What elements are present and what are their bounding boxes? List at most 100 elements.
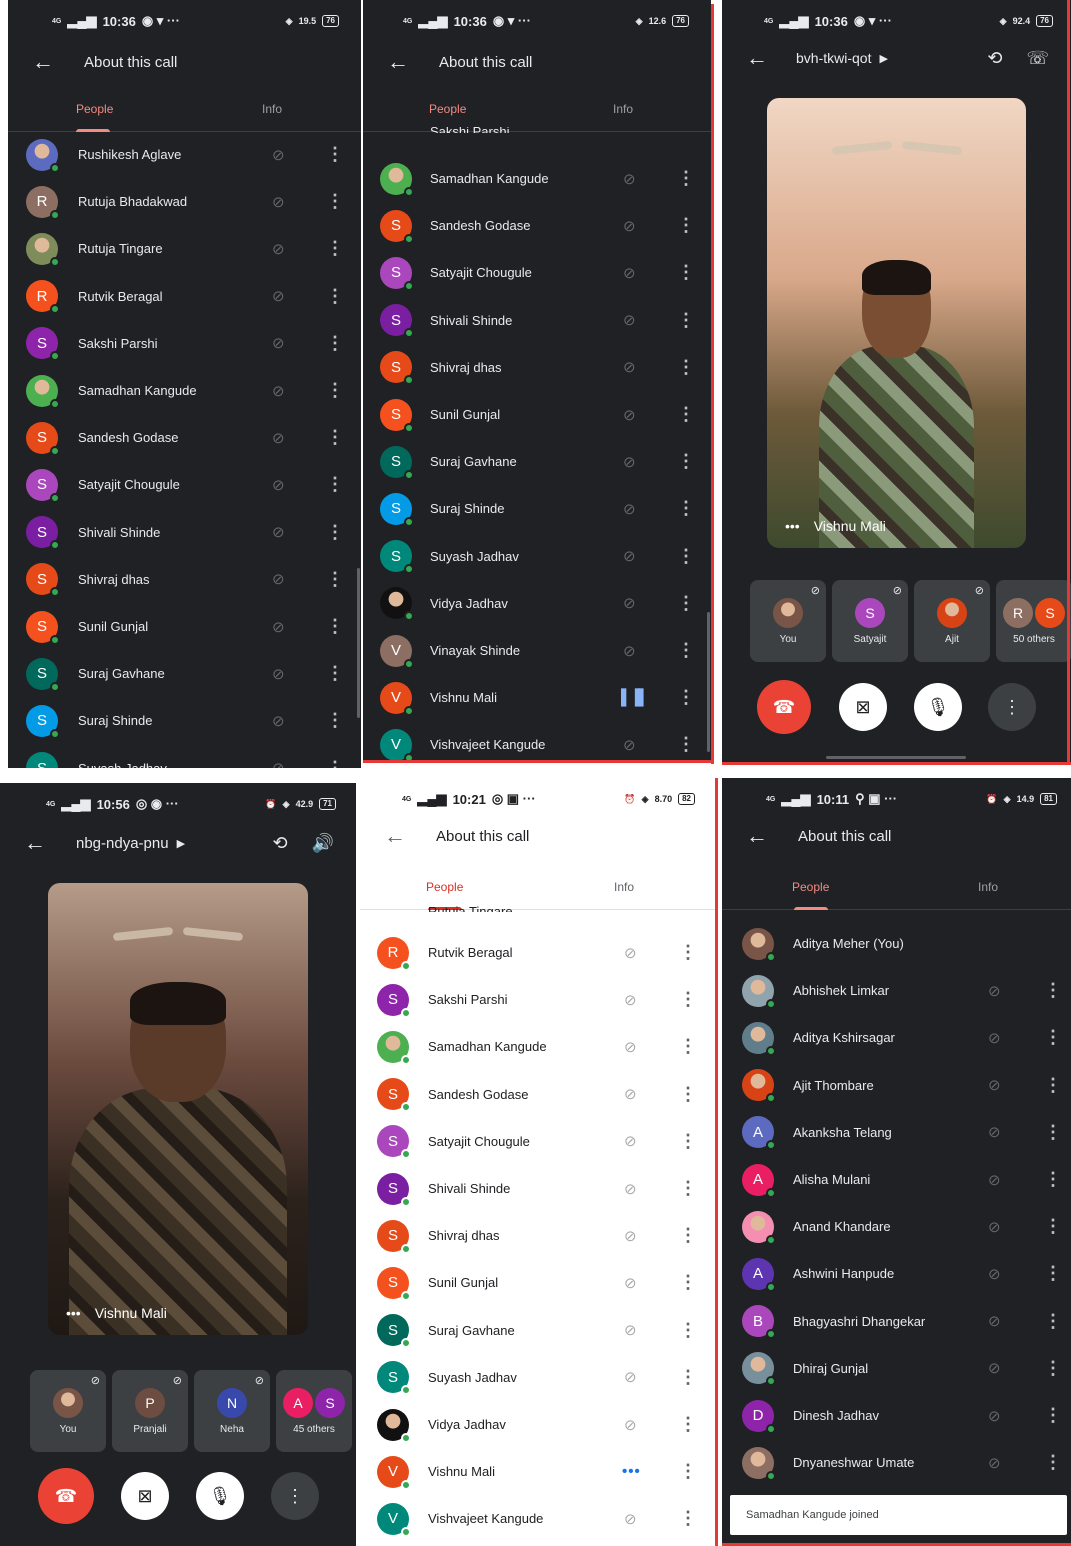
participant-row[interactable]: S Shivraj dhas ⊘ ⋮ xyxy=(8,556,361,603)
participant-row[interactable]: Abhishek Limkar ⊘ ⋮ xyxy=(722,967,1071,1014)
main-video[interactable]: ••• Vishnu Mali xyxy=(48,883,308,1335)
more-dots-icon[interactable]: ••• xyxy=(785,518,800,534)
more-options-icon[interactable]: ⋮ xyxy=(1044,1452,1062,1473)
participant-tile[interactable]: ⊘ You xyxy=(30,1370,106,1452)
more-options-button[interactable]: ⋮ xyxy=(271,1472,319,1520)
participant-row[interactable]: S Suraj Gavhane ⊘ ⋮ xyxy=(360,1307,715,1354)
more-options-icon[interactable]: ⋮ xyxy=(1044,1263,1062,1284)
participant-row[interactable]: Anand Khandare ⊘ ⋮ xyxy=(722,1203,1071,1250)
participant-row[interactable]: Vidya Jadhav ⊘ ⋮ xyxy=(363,580,711,627)
more-options-icon[interactable]: ⋮ xyxy=(677,404,695,425)
more-options-icon[interactable]: ⋮ xyxy=(677,310,695,331)
participant-row[interactable]: S Suraj Shinde ⊘ ⋮ xyxy=(363,485,711,532)
participant-row[interactable]: S Sakshi Parshi ⊘ ⋮ xyxy=(8,320,361,367)
participant-row[interactable]: S Suyash Jadhav ⊘ ⋮ xyxy=(363,533,711,580)
participant-row[interactable]: S Sandesh Godase ⊘ ⋮ xyxy=(363,202,711,249)
more-options-icon[interactable]: ⋮ xyxy=(677,593,695,614)
more-options-icon[interactable]: ⋮ xyxy=(326,663,344,684)
more-options-icon[interactable]: ⋮ xyxy=(1044,1075,1062,1096)
more-options-icon[interactable]: ⋮ xyxy=(677,451,695,472)
more-options-icon[interactable]: ⋮ xyxy=(677,546,695,567)
chevron-right-icon[interactable]: ▶ xyxy=(879,52,887,65)
more-options-icon[interactable]: ⋮ xyxy=(326,380,344,401)
participant-row[interactable]: S Suyash Jadhav ⊘ ⋮ xyxy=(8,745,361,768)
more-options-icon[interactable]: ⋮ xyxy=(677,168,695,189)
more-options-icon[interactable]: ⋮ xyxy=(679,1320,697,1341)
more-options-icon[interactable]: ⋮ xyxy=(326,144,344,165)
participant-row[interactable]: S Sandesh Godase ⊘ ⋮ xyxy=(8,414,361,461)
more-options-icon[interactable]: ⋮ xyxy=(679,1178,697,1199)
speaker-icon[interactable]: 🔊 xyxy=(312,833,334,854)
back-arrow-icon[interactable]: ← xyxy=(387,49,413,75)
participant-row[interactable]: Rushikesh Aglave ⊘ ⋮ xyxy=(8,131,361,178)
participant-tile[interactable]: A S 45 others xyxy=(276,1370,352,1452)
more-options-icon[interactable]: ⋮ xyxy=(326,710,344,731)
participant-row[interactable]: Rutuja Tingare ⊘ ⋮ xyxy=(8,225,361,272)
participant-tile[interactable]: S ⊘ Satyajit xyxy=(832,580,908,662)
participant-row[interactable]: R Rutvik Beragal ⊘ ⋮ xyxy=(360,929,715,976)
back-arrow-icon[interactable]: ← xyxy=(746,45,772,71)
participant-row[interactable]: Ajit Thombare ⊘ ⋮ xyxy=(722,1062,1071,1109)
more-options-icon[interactable]: ⋮ xyxy=(326,427,344,448)
participant-row[interactable]: S Sunil Gunjal ⊘ ⋮ xyxy=(363,391,711,438)
more-options-icon[interactable]: ⋮ xyxy=(326,238,344,259)
meeting-code[interactable]: bvh-tkwi-qot xyxy=(796,50,871,66)
main-video[interactable]: ••• Vishnu Mali xyxy=(767,98,1026,548)
tab-info[interactable]: Info xyxy=(262,102,282,116)
switch-camera-icon[interactable]: ⟲ xyxy=(272,833,287,854)
participant-row[interactable]: Aditya Meher (You) xyxy=(722,920,1071,967)
more-options-icon[interactable]: ⋮ xyxy=(326,569,344,590)
more-options-button[interactable]: ⋮ xyxy=(988,683,1036,731)
more-options-icon[interactable]: ⋮ xyxy=(679,1036,697,1057)
participant-tile[interactable]: P ⊘ Pranjali xyxy=(112,1370,188,1452)
more-options-icon[interactable]: ⋮ xyxy=(679,1414,697,1435)
participant-row[interactable]: S Sandesh Godase ⊘ ⋮ xyxy=(360,1071,715,1118)
more-options-icon[interactable]: ⋮ xyxy=(326,474,344,495)
participant-tile[interactable]: ⊘ Ajit xyxy=(914,580,990,662)
participant-row[interactable]: R Rutvik Beragal ⊘ ⋮ xyxy=(8,273,361,320)
more-options-icon[interactable]: ⋮ xyxy=(326,522,344,543)
more-options-icon[interactable]: ⋮ xyxy=(679,989,697,1010)
more-options-icon[interactable]: ⋮ xyxy=(1044,1405,1062,1426)
participant-row[interactable]: Dhiraj Gunjal ⊘ ⋮ xyxy=(722,1345,1071,1392)
more-options-icon[interactable]: ⋮ xyxy=(677,687,695,708)
participant-row[interactable]: S Suraj Shinde ⊘ ⋮ xyxy=(8,697,361,744)
participant-row[interactable]: Aditya Kshirsagar ⊘ ⋮ xyxy=(722,1014,1071,1061)
more-options-icon[interactable]: ⋮ xyxy=(677,640,695,661)
more-options-icon[interactable]: ⋮ xyxy=(326,758,344,768)
switch-camera-icon[interactable]: ⟲ xyxy=(987,48,1002,69)
participant-row[interactable]: S Sunil Gunjal ⊘ ⋮ xyxy=(360,1259,715,1306)
more-options-icon[interactable]: ⋮ xyxy=(326,333,344,354)
more-options-icon[interactable]: ⋮ xyxy=(326,616,344,637)
participant-row[interactable]: B Bhagyashri Dhangekar ⊘ ⋮ xyxy=(722,1298,1071,1345)
camera-off-button[interactable]: ⊠ xyxy=(839,683,887,731)
more-options-icon[interactable]: ⋮ xyxy=(677,215,695,236)
participant-row[interactable]: D Dinesh Jadhav ⊘ ⋮ xyxy=(722,1392,1071,1439)
more-options-icon[interactable]: ⋮ xyxy=(677,734,695,755)
meeting-code[interactable]: nbg-ndya-pnu xyxy=(76,835,169,852)
tab-info[interactable]: Info xyxy=(613,102,633,116)
more-options-icon[interactable]: ⋮ xyxy=(677,262,695,283)
participant-row[interactable]: V Vishnu Mali ••• ⋮ xyxy=(360,1448,715,1495)
more-options-icon[interactable]: ⋮ xyxy=(679,1367,697,1388)
tab-people[interactable]: People xyxy=(426,880,463,894)
participant-row[interactable]: Dnyaneshwar Umate ⊘ ⋮ xyxy=(722,1439,1071,1486)
participant-row[interactable]: S Shivali Shinde ⊘ ⋮ xyxy=(363,297,711,344)
participant-row[interactable]: S Shivali Shinde ⊘ ⋮ xyxy=(8,509,361,556)
tab-people[interactable]: People xyxy=(792,880,829,894)
chevron-right-icon[interactable]: ▶ xyxy=(177,837,185,850)
mic-off-button[interactable]: 🎙 xyxy=(196,1472,244,1520)
participant-row[interactable]: S Satyajit Chougule ⊘ ⋮ xyxy=(363,249,711,296)
more-options-icon[interactable]: ⋮ xyxy=(326,286,344,307)
back-arrow-icon[interactable]: ← xyxy=(746,823,772,849)
scrollbar[interactable] xyxy=(707,612,710,752)
participant-row[interactable]: S Satyajit Chougule ⊘ ⋮ xyxy=(8,461,361,508)
back-arrow-icon[interactable]: ← xyxy=(384,823,410,849)
tab-info[interactable]: Info xyxy=(978,880,998,894)
participant-row[interactable]: S Shivali Shinde ⊘ ⋮ xyxy=(360,1165,715,1212)
participant-row[interactable]: S Suyash Jadhav ⊘ ⋮ xyxy=(360,1354,715,1401)
more-dots-icon[interactable]: ••• xyxy=(66,1305,81,1321)
participant-row[interactable]: A Alisha Mulani ⊘ ⋮ xyxy=(722,1156,1071,1203)
audio-output-icon[interactable]: ☏ xyxy=(1026,48,1049,69)
tab-people[interactable]: People xyxy=(76,102,113,116)
